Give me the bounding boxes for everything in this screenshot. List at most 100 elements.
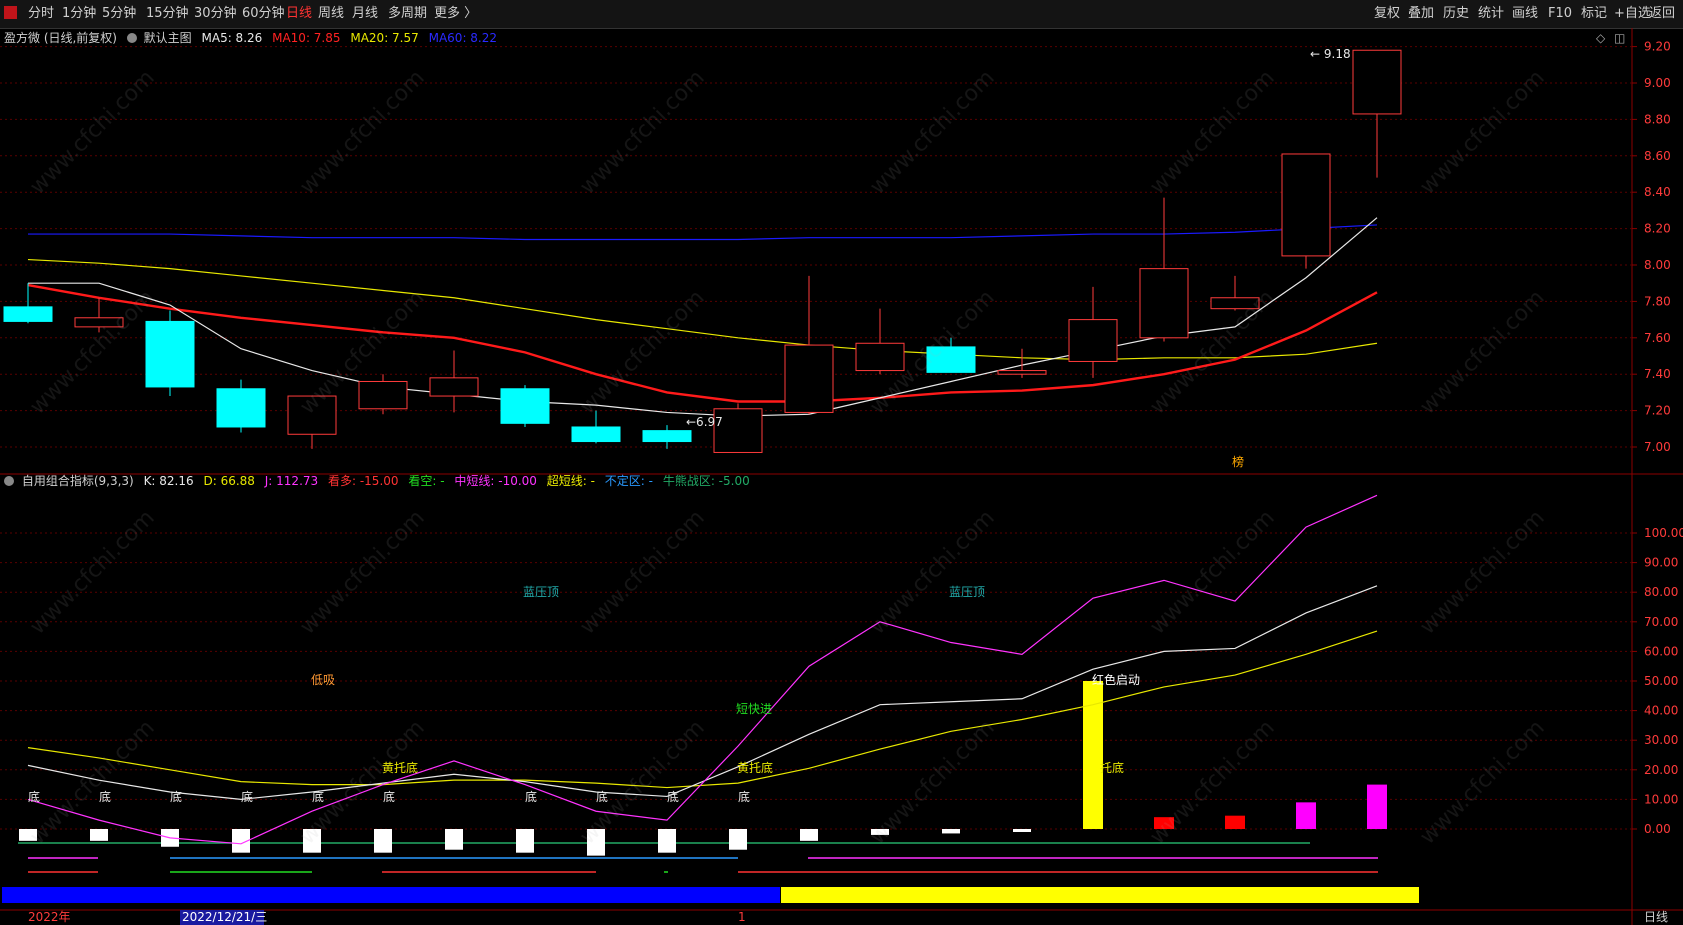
period-tab-10[interactable]: 更多 〉 <box>434 6 477 22</box>
indicator-bar <box>729 829 747 850</box>
toolbar-button-6[interactable]: 标记 <box>1581 6 1607 22</box>
period-tab-5[interactable]: 60分钟 <box>242 6 285 22</box>
price-axis-label: 8.20 <box>1644 222 1671 236</box>
price-axis-label: 7.40 <box>1644 367 1671 381</box>
candle-body <box>642 430 692 443</box>
period-tab-8[interactable]: 月线 <box>352 6 378 22</box>
lanyading-label-2: 蓝压顶 <box>949 585 985 599</box>
candle-body <box>997 370 1047 375</box>
huangtuodi-label: 黄托底 <box>382 760 418 775</box>
price-axis-label: 7.20 <box>1644 404 1671 418</box>
indicator-bar <box>1013 829 1031 832</box>
candle-body <box>1281 153 1331 257</box>
year-label: 2022年 <box>28 910 71 924</box>
indicator-axis-label: 80.00 <box>1644 585 1678 599</box>
huangtuodi-label-2: 黄托底 <box>737 760 773 775</box>
yellow-status-bar <box>781 887 1419 903</box>
toolbar-button-2[interactable]: 历史 <box>1443 6 1469 22</box>
toolbar-button-3[interactable]: 统计 <box>1478 6 1504 22</box>
candle-body <box>1352 49 1402 115</box>
price-axis-label: 7.80 <box>1644 294 1671 308</box>
lanyading-label: 蓝压顶 <box>523 585 559 599</box>
period-tab-0[interactable]: 分时 <box>28 6 54 22</box>
di-signal-label: 底 <box>28 789 40 804</box>
period-tab-1[interactable]: 1分钟 <box>62 6 96 22</box>
period-tab-9[interactable]: 多周期 <box>388 6 427 22</box>
indicator-bar <box>1154 817 1174 829</box>
candle-body <box>74 317 124 328</box>
di-signal-label: 底 <box>170 789 182 804</box>
toolbar-button-0[interactable]: 复权 <box>1374 6 1400 22</box>
duankuaijin-label: 短快进 <box>736 702 772 716</box>
chart-canvas[interactable]: 9.20 9.00 8.80 8.60 8.40 8.20 8.00 7.80 7.60 7.40… <box>0 28 1683 925</box>
price-axis-label: 8.80 <box>1644 112 1671 126</box>
candle-body <box>287 395 337 435</box>
candle-body <box>429 377 479 397</box>
d-line <box>27 630 1378 789</box>
k-line <box>27 585 1378 801</box>
indicator-bar <box>374 829 392 853</box>
period-tab-3[interactable]: 15分钟 <box>146 6 189 22</box>
indicator-axis-label: 30.00 <box>1644 733 1678 747</box>
period-tab-4[interactable]: 30分钟 <box>194 6 237 22</box>
indicator-bar <box>1225 815 1245 829</box>
indicator-bar <box>800 829 818 841</box>
toolbar-button-5[interactable]: F10 <box>1548 6 1572 22</box>
candle-body <box>1139 268 1189 339</box>
candle-body <box>1210 297 1260 310</box>
candle-body <box>784 344 834 413</box>
indicator-bar <box>19 829 37 841</box>
candle-body <box>145 320 195 388</box>
indicator-axis-label: 50.00 <box>1644 674 1678 688</box>
j-line <box>27 494 1378 845</box>
di-signal-label: 底 <box>525 789 537 804</box>
di-signal-label: 底 <box>596 789 608 804</box>
indicator-bar <box>658 829 676 853</box>
indicator-axis-label: 70.00 <box>1644 615 1678 629</box>
indicator-bar <box>1367 784 1387 829</box>
indicator-bar <box>516 829 534 853</box>
indicator-axis-label: 100.00 <box>1644 526 1683 540</box>
date-marker: 1 <box>738 910 746 924</box>
period-label: 日线 <box>1644 910 1668 924</box>
di-signal-label: 底 <box>667 789 679 804</box>
indicator-axis-label: 10.00 <box>1644 792 1678 806</box>
indicator-bar <box>587 829 605 856</box>
di-signal-label: 底 <box>738 789 750 804</box>
period-tab-2[interactable]: 5分钟 <box>102 6 136 22</box>
low-price-label: ←6.97 <box>686 415 723 429</box>
blue-status-bar <box>2 887 780 903</box>
candle-body <box>855 342 905 372</box>
candle-body <box>926 346 976 373</box>
di-signal-label: 底 <box>312 789 324 804</box>
period-tab-6[interactable]: 日线 <box>286 6 312 22</box>
indicator-bar <box>303 829 321 853</box>
bang-label: 榜 <box>1232 454 1244 469</box>
indicator-axis-label: 20.00 <box>1644 763 1678 777</box>
price-axis-label: 9.00 <box>1644 76 1671 90</box>
toolbar-button-7[interactable]: +自选 <box>1614 6 1651 22</box>
indicator-bar <box>445 829 463 850</box>
indicator-axis-label: 40.00 <box>1644 704 1678 718</box>
candle-body <box>500 388 550 424</box>
price-axis-label: 8.60 <box>1644 149 1671 163</box>
dixi-label: 低吸 <box>311 673 335 687</box>
toolbar-button-8[interactable]: 返回 <box>1649 6 1675 22</box>
high-price-label: ← 9.18 <box>1310 47 1351 61</box>
indicator-bar <box>90 829 108 841</box>
indicator-bar <box>871 829 889 835</box>
app-logo-icon <box>4 6 17 19</box>
period-tab-7[interactable]: 周线 <box>318 6 344 22</box>
cursor-date-label: 2022/12/21/三 <box>182 910 267 924</box>
candle-body <box>3 306 53 322</box>
indicator-bar <box>1296 802 1316 829</box>
ma60-line <box>28 224 1378 241</box>
indicator-axis-label: 0.00 <box>1644 822 1671 836</box>
candle-body <box>571 426 621 443</box>
toolbar-button-1[interactable]: 叠加 <box>1408 6 1434 22</box>
price-axis-label: 7.00 <box>1644 440 1671 454</box>
tuodi-label: 托底 <box>1100 760 1124 775</box>
toolbar-button-4[interactable]: 画线 <box>1512 6 1538 22</box>
di-signal-label: 底 <box>241 789 253 804</box>
indicator-axis-label: 90.00 <box>1644 556 1678 570</box>
